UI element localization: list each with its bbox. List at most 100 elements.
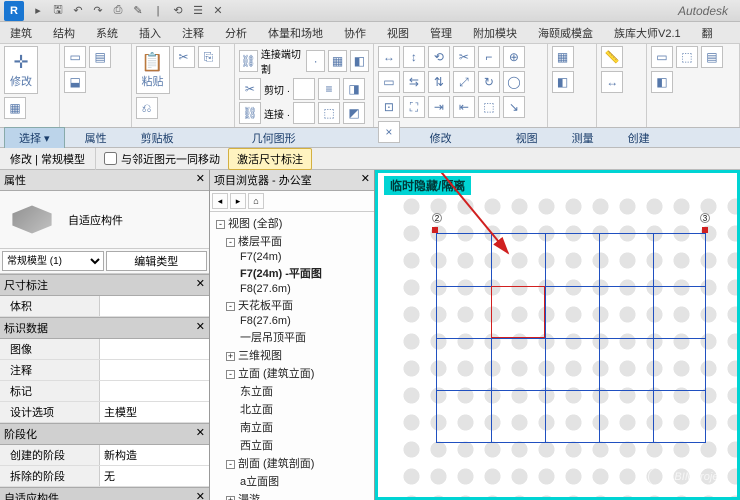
qat-redo-icon[interactable]: ↷ xyxy=(90,3,106,19)
tree-node[interactable]: F7(24m) xyxy=(212,250,372,264)
prop-value[interactable]: 新构造 xyxy=(100,445,209,465)
ribbon-icon[interactable]: × xyxy=(378,121,400,143)
tree-node[interactable]: +漫游 xyxy=(212,490,372,500)
menu-tab[interactable]: 海颐威模盒 xyxy=(528,22,604,43)
ribbon-icon[interactable]: ◯ xyxy=(503,71,525,93)
ribbon-item[interactable]: 剪切 · xyxy=(264,82,290,97)
ribbon-item[interactable]: ⬚ xyxy=(318,102,340,124)
ribbon-icon[interactable]: ▤ xyxy=(89,46,111,68)
ribbon-item[interactable]: 连接 · xyxy=(264,106,290,121)
prop-group-header[interactable]: 自适应构件✕ xyxy=(0,487,209,500)
menu-tab[interactable]: 视图 xyxy=(377,22,420,43)
qat-undo-icon[interactable]: ↶ xyxy=(70,3,86,19)
panel-label-select[interactable]: 选择 ▾ xyxy=(4,127,65,149)
ribbon-icon[interactable]: ⇆ xyxy=(403,71,425,93)
tree-node[interactable]: 东立面 xyxy=(212,382,372,400)
menu-tab[interactable]: 插入 xyxy=(129,22,172,43)
browser-back-icon[interactable]: ◂ xyxy=(212,193,228,209)
ribbon-icon[interactable]: ✂ xyxy=(173,46,195,68)
grid-endpoint[interactable] xyxy=(702,227,708,233)
ribbon-icon[interactable]: ▦ xyxy=(552,46,574,68)
tree-node[interactable]: -立面 (建筑立面) xyxy=(212,364,372,382)
edit-type-button[interactable]: 编辑类型 xyxy=(106,251,208,271)
menu-tab[interactable]: 体量和场地 xyxy=(258,22,334,43)
move-with-nearby-check[interactable]: 与邻近图元一同移动 xyxy=(96,148,228,170)
ribbon-icon[interactable]: ↔ xyxy=(601,71,623,93)
checkbox[interactable] xyxy=(104,152,117,165)
tree-node[interactable]: -楼层平面 xyxy=(212,232,372,250)
ribbon-item[interactable]: ≡ xyxy=(318,78,340,100)
qat-btn-icon[interactable]: ☰ xyxy=(190,3,206,19)
ribbon-icon[interactable]: ⊕ xyxy=(503,46,525,68)
tree-node[interactable]: -天花板平面 xyxy=(212,296,372,314)
tree-node[interactable]: 西立面 xyxy=(212,436,372,454)
ribbon-icon[interactable]: ⟲ xyxy=(428,46,450,68)
tree-node[interactable]: 南立面 xyxy=(212,418,372,436)
ribbon-item[interactable]: ⛓ xyxy=(239,50,258,72)
ribbon-item[interactable] xyxy=(293,102,315,124)
ribbon-item[interactable]: · xyxy=(306,50,325,72)
qat-close-icon[interactable]: ✕ xyxy=(210,3,226,19)
tree-node[interactable]: F7(24m) -平面图 xyxy=(212,264,372,282)
ribbon-icon[interactable]: ▭ xyxy=(378,71,400,93)
ribbon-big-button[interactable]: ✛修改 xyxy=(4,46,38,94)
ribbon-icon[interactable]: ⎌ xyxy=(136,97,158,119)
menu-tab[interactable]: 结构 xyxy=(43,22,86,43)
menu-tab[interactable]: 注释 xyxy=(172,22,215,43)
ribbon-item[interactable] xyxy=(293,78,315,100)
tree-node[interactable]: -视图 (全部) xyxy=(212,214,372,232)
ribbon-icon[interactable]: 📏 xyxy=(601,46,623,68)
ribbon-icon[interactable]: ⬚ xyxy=(676,46,698,68)
tree-node[interactable]: a立面图 xyxy=(212,472,372,490)
ribbon-icon[interactable]: ⬚ xyxy=(478,96,500,118)
grid-bubble[interactable]: 2 xyxy=(432,213,442,223)
menu-tab[interactable]: 管理 xyxy=(420,22,463,43)
ribbon-item[interactable]: 连接端切割 xyxy=(261,46,303,76)
tree-node[interactable]: 一层吊顶平面 xyxy=(212,328,372,346)
qat-save-icon[interactable]: 🖫 xyxy=(50,3,66,19)
menu-tab[interactable]: 系统 xyxy=(86,22,129,43)
drawing-canvas[interactable]: 临时隐藏/隔离 2 3 BIMproject xyxy=(375,170,740,500)
ribbon-item[interactable]: ◩ xyxy=(343,102,365,124)
ribbon-icon[interactable]: ⊡ xyxy=(378,96,400,118)
ribbon-icon[interactable]: ▦ xyxy=(4,97,26,119)
ribbon-item[interactable]: ✂ xyxy=(239,78,261,100)
grid-endpoint[interactable] xyxy=(432,227,438,233)
prop-value[interactable] xyxy=(100,360,209,380)
prop-value[interactable] xyxy=(100,296,209,316)
ribbon-icon[interactable]: ◧ xyxy=(651,71,673,93)
ribbon-icon[interactable]: ↘ xyxy=(503,96,525,118)
menu-tab[interactable]: 附加模块 xyxy=(463,22,528,43)
ribbon-icon[interactable]: ⇅ xyxy=(428,71,450,93)
qat-open-icon[interactable]: ▸ xyxy=(30,3,46,19)
tree-node[interactable]: +三维视图 xyxy=(212,346,372,364)
menu-tab[interactable]: 协作 xyxy=(334,22,377,43)
browser-home-icon[interactable]: ⌂ xyxy=(248,193,264,209)
ribbon-item[interactable]: ◧ xyxy=(350,50,369,72)
qat-print-icon[interactable]: ⎙ xyxy=(110,3,126,19)
prop-value[interactable]: 主模型 xyxy=(100,402,209,422)
tree-node[interactable]: F8(27.6m) xyxy=(212,314,372,328)
menu-tab[interactable]: 翻 xyxy=(692,22,724,43)
close-icon[interactable]: ✕ xyxy=(361,172,370,188)
prop-group-header[interactable]: 阶段化✕ xyxy=(0,423,209,445)
tree-node[interactable]: 北立面 xyxy=(212,400,372,418)
ribbon-icon[interactable]: ⤢ xyxy=(453,71,475,93)
tree-node[interactable]: F8(27.6m) xyxy=(212,282,372,296)
ribbon-icon[interactable]: ⌐ xyxy=(478,46,500,68)
ribbon-icon[interactable]: ▤ xyxy=(701,46,723,68)
qat-sync-icon[interactable]: ⟲ xyxy=(170,3,186,19)
close-icon[interactable]: ✕ xyxy=(196,172,205,188)
prop-group-header[interactable]: 尺寸标注✕ xyxy=(0,274,209,296)
ribbon-item[interactable]: ▦ xyxy=(328,50,347,72)
menu-tab[interactable]: 族库大师V2.1 xyxy=(604,22,692,43)
ribbon-item[interactable]: ◨ xyxy=(343,78,365,100)
prop-value[interactable]: 无 xyxy=(100,466,209,486)
prop-value[interactable] xyxy=(100,339,209,359)
ribbon-icon[interactable]: ↻ xyxy=(478,71,500,93)
prop-group-header[interactable]: 标识数据✕ xyxy=(0,317,209,339)
activate-dim-button[interactable]: 激活尺寸标注 xyxy=(228,148,312,170)
ribbon-icon[interactable]: ⇤ xyxy=(453,96,475,118)
ribbon-icon[interactable]: ↔ xyxy=(378,46,400,68)
instance-selector[interactable]: 常规模型 (1) xyxy=(2,251,104,271)
